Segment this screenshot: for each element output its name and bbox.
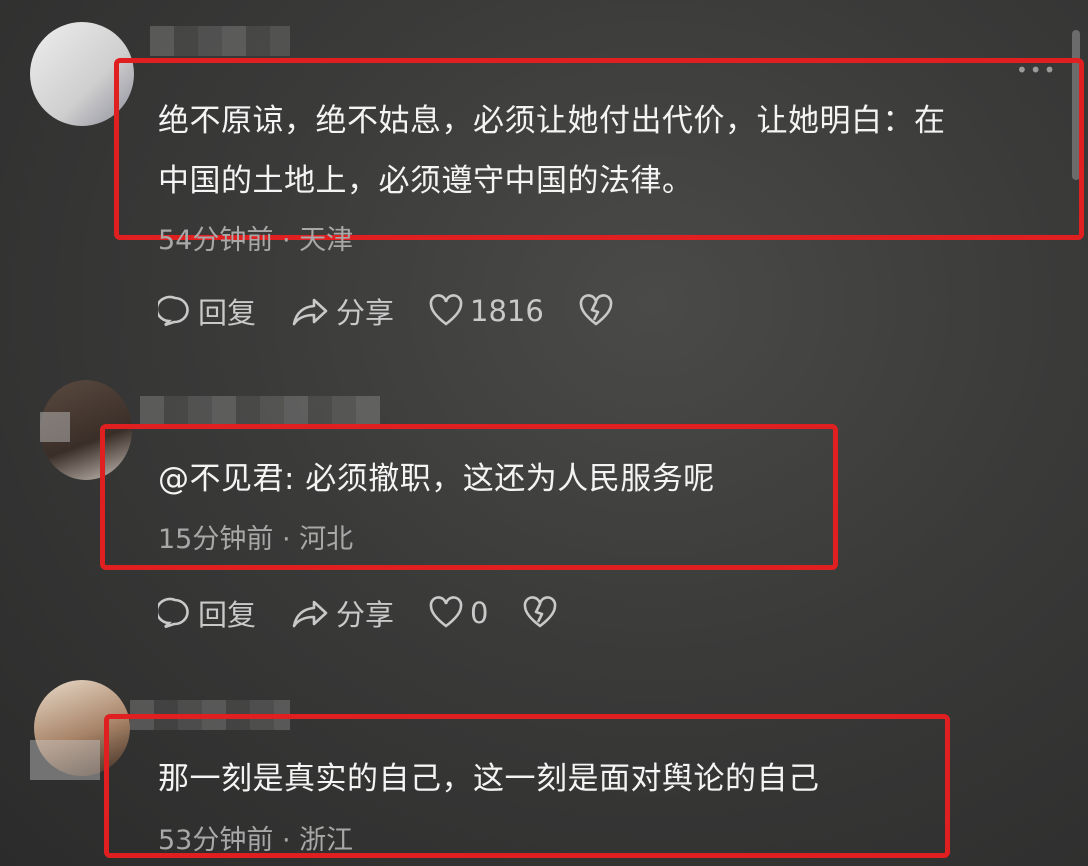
username-redacted	[150, 26, 290, 56]
broken-heart-icon	[524, 596, 557, 628]
heart-icon	[429, 596, 463, 628]
reply-label: 回复	[198, 598, 257, 632]
comment-meta: 53分钟前 · 浙江	[158, 825, 354, 856]
like-count: 1816	[470, 294, 544, 328]
share-arrow-icon	[292, 298, 328, 326]
like-button[interactable]: 1816	[428, 294, 544, 328]
comment-text: 绝不原谅，绝不姑息，必须让她付出代价，让她明白：在	[158, 103, 946, 139]
reply-bubble-icon	[158, 597, 189, 629]
reply-bubble-icon	[158, 295, 189, 327]
share-arrow-icon	[292, 600, 328, 628]
like-button[interactable]: 0	[428, 596, 488, 630]
avatar-pixelation	[30, 740, 100, 780]
comment-actions: 回复 分享 1816	[158, 290, 654, 332]
share-button[interactable]: 分享	[290, 290, 394, 332]
reply-button[interactable]: 回复	[158, 290, 256, 332]
comment-meta: 15分钟前 · 河北	[158, 524, 354, 555]
comment-meta: 54分钟前 · 天津	[158, 225, 354, 256]
avatar-pixelation	[40, 412, 70, 442]
heart-icon	[429, 294, 463, 326]
share-button[interactable]: 分享	[290, 592, 394, 634]
reply-label: 回复	[198, 296, 257, 330]
username-redacted	[140, 396, 380, 426]
comment-text: 中国的土地上，必须遵守中国的法律。	[158, 163, 694, 199]
like-count: 0	[470, 596, 489, 630]
reply-button[interactable]: 回复	[158, 592, 256, 634]
comment-actions: 回复 分享 0	[158, 592, 598, 634]
broken-heart-icon	[579, 294, 613, 326]
share-label: 分享	[336, 296, 395, 330]
comment-text: 那一刻是真实的自己，这一刻是面对舆论的自己	[158, 761, 820, 797]
dislike-button[interactable]	[522, 596, 564, 630]
share-label: 分享	[336, 598, 395, 632]
comment-text: @不见君: 必须撤职，这还为人民服务呢	[158, 461, 715, 497]
dislike-button[interactable]	[578, 294, 620, 328]
